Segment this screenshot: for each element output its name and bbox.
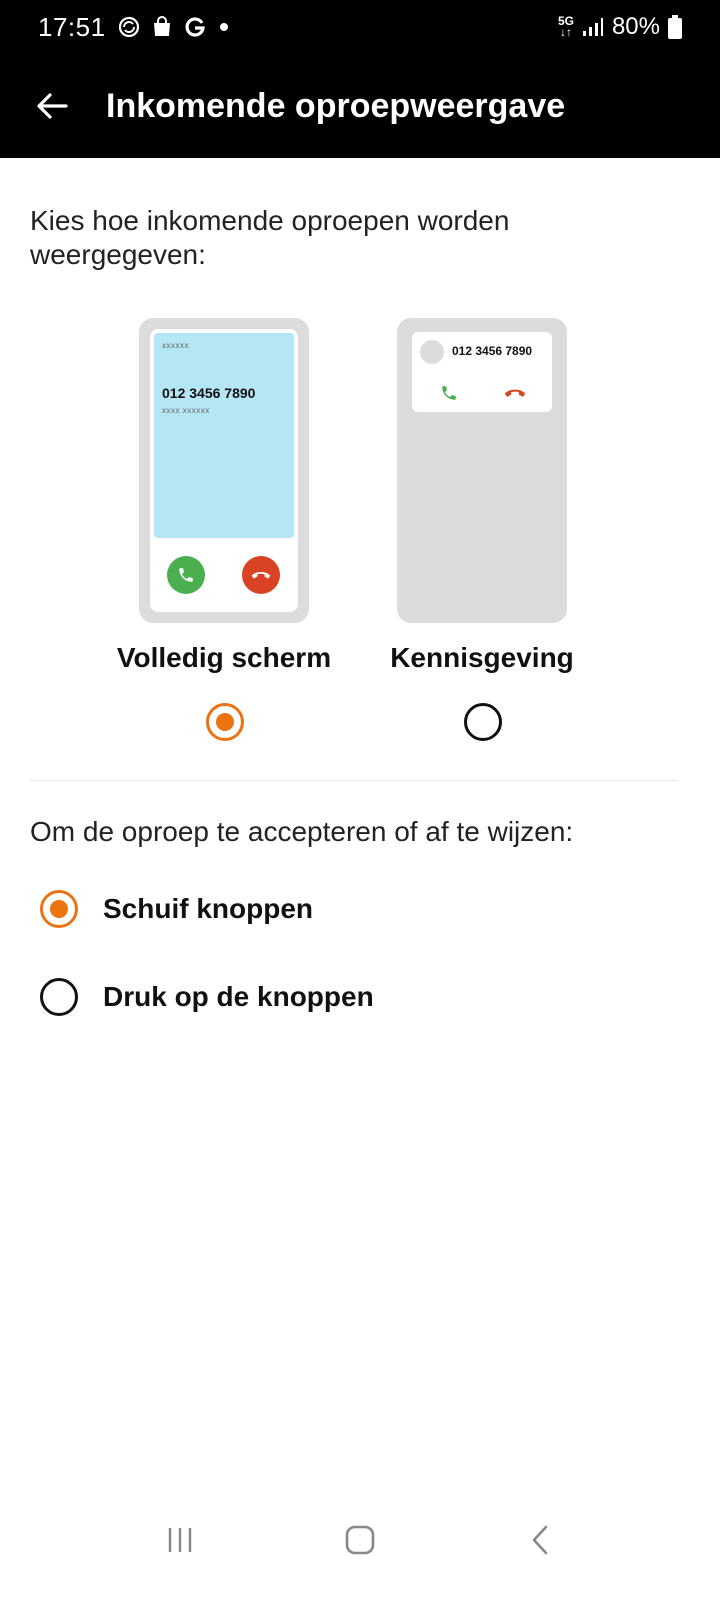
nav-back-button[interactable]: [505, 1505, 575, 1575]
slide-buttons-label: Schuif knoppen: [103, 893, 313, 924]
google-icon: [184, 16, 206, 38]
battery-icon: [668, 15, 682, 39]
status-bar: 17:51 5G ↓↑ 80%: [0, 0, 720, 54]
status-left: 17:51: [38, 12, 230, 43]
preview-caption-top: xxxxxx: [162, 341, 189, 350]
notification-radio[interactable]: [464, 703, 502, 741]
display-prompt: Kies hoe inkomende oproepen worden weerg…: [30, 205, 510, 270]
press-buttons-label: Druk op de knoppen: [103, 981, 374, 1012]
arrow-left-icon: [37, 93, 68, 119]
shopping-bag-icon: [152, 16, 172, 38]
press-buttons-radio[interactable]: [40, 978, 78, 1016]
answer-prompt: Om de oproep te accepteren of af te wijz…: [30, 816, 574, 847]
signal-icon: [582, 17, 604, 37]
chevron-left-icon: [532, 1525, 548, 1555]
sync-notification-icon: [118, 16, 140, 38]
app-bar: Inkomende oproepweergave: [0, 54, 720, 158]
hang-up-icon: [504, 386, 526, 404]
preview-call-area: xxxxxx 012 3456 7890 xxxx xxxxxx: [154, 333, 294, 538]
home-button[interactable]: [325, 1505, 395, 1575]
more-notifications-dot-icon: [218, 21, 230, 33]
hang-up-icon: [251, 571, 271, 579]
full-screen-radio[interactable]: [206, 703, 244, 741]
notification-preview[interactable]: 012 3456 7890: [397, 318, 567, 623]
full-screen-label: Volledig scherm: [116, 642, 332, 673]
page-title: Inkomende oproepweergave: [106, 86, 566, 125]
slide-buttons-option[interactable]: Schuif knoppen: [40, 879, 660, 939]
press-buttons-option[interactable]: Druk op de knoppen: [40, 967, 660, 1027]
network-type-5g: 5G ↓↑: [557, 14, 574, 39]
phone-icon: [440, 384, 458, 407]
home-icon: [345, 1525, 375, 1555]
preview-decline-button: [242, 556, 280, 594]
preview-number: 012 3456 7890: [452, 344, 533, 358]
preview-accept-button: [167, 556, 205, 594]
back-button[interactable]: [22, 76, 82, 136]
status-right: 5G ↓↑ 80%: [558, 13, 682, 41]
preview-caption-sub: xxxx xxxxxx: [162, 406, 210, 415]
preview-notification-card: 012 3456 7890: [412, 332, 552, 412]
battery-percent: 80%: [611, 13, 660, 40]
recent-apps-icon: [168, 1528, 192, 1552]
preview-number: 012 3456 7890: [162, 385, 256, 401]
status-time: 17:51: [38, 11, 106, 42]
recent-apps-button[interactable]: [145, 1505, 215, 1575]
notification-label: Kennisgeving: [390, 642, 574, 673]
divider: [30, 780, 676, 781]
avatar: [420, 340, 444, 364]
preview-phone-screen: xxxxxx 012 3456 7890 xxxx xxxxxx: [150, 329, 298, 612]
navigation-bar: [0, 1480, 720, 1600]
slide-buttons-radio[interactable]: [40, 890, 78, 928]
full-screen-preview[interactable]: xxxxxx 012 3456 7890 xxxx xxxxxx: [139, 318, 309, 623]
phone-icon: [179, 568, 193, 582]
